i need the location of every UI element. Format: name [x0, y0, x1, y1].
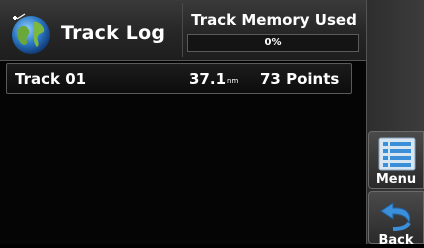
- track-memory-label: Track Memory Used: [191, 11, 357, 29]
- back-button-label: Back: [378, 233, 414, 248]
- track-name: Track 01: [15, 70, 87, 88]
- track-list: Track 01 37.1nm 73 Points: [6, 63, 352, 94]
- page-title: Track Log: [61, 22, 166, 44]
- track-distance-unit: nm: [227, 77, 239, 85]
- menu-button[interactable]: Menu: [368, 131, 424, 189]
- track-row[interactable]: Track 01 37.1nm 73 Points: [6, 63, 352, 94]
- track-distance: 37.1nm: [189, 70, 238, 88]
- track-distance-value: 37.1: [189, 70, 227, 88]
- track-points: 73 Points: [260, 70, 340, 88]
- menu-list-icon: [378, 137, 416, 171]
- track-memory-bar: 0%: [187, 34, 359, 52]
- track-memory-percent: 0%: [264, 37, 282, 48]
- menu-button-label: Menu: [375, 172, 417, 187]
- back-button[interactable]: Back: [368, 191, 424, 248]
- back-arrow-icon: [380, 202, 411, 231]
- header-bar: Track Log Track Memory Used 0%: [0, 0, 366, 61]
- header-divider: [182, 3, 183, 57]
- track-log-screen: Track Log Track Memory Used 0% Track 01 …: [0, 0, 424, 248]
- globe-track-icon: [12, 13, 50, 54]
